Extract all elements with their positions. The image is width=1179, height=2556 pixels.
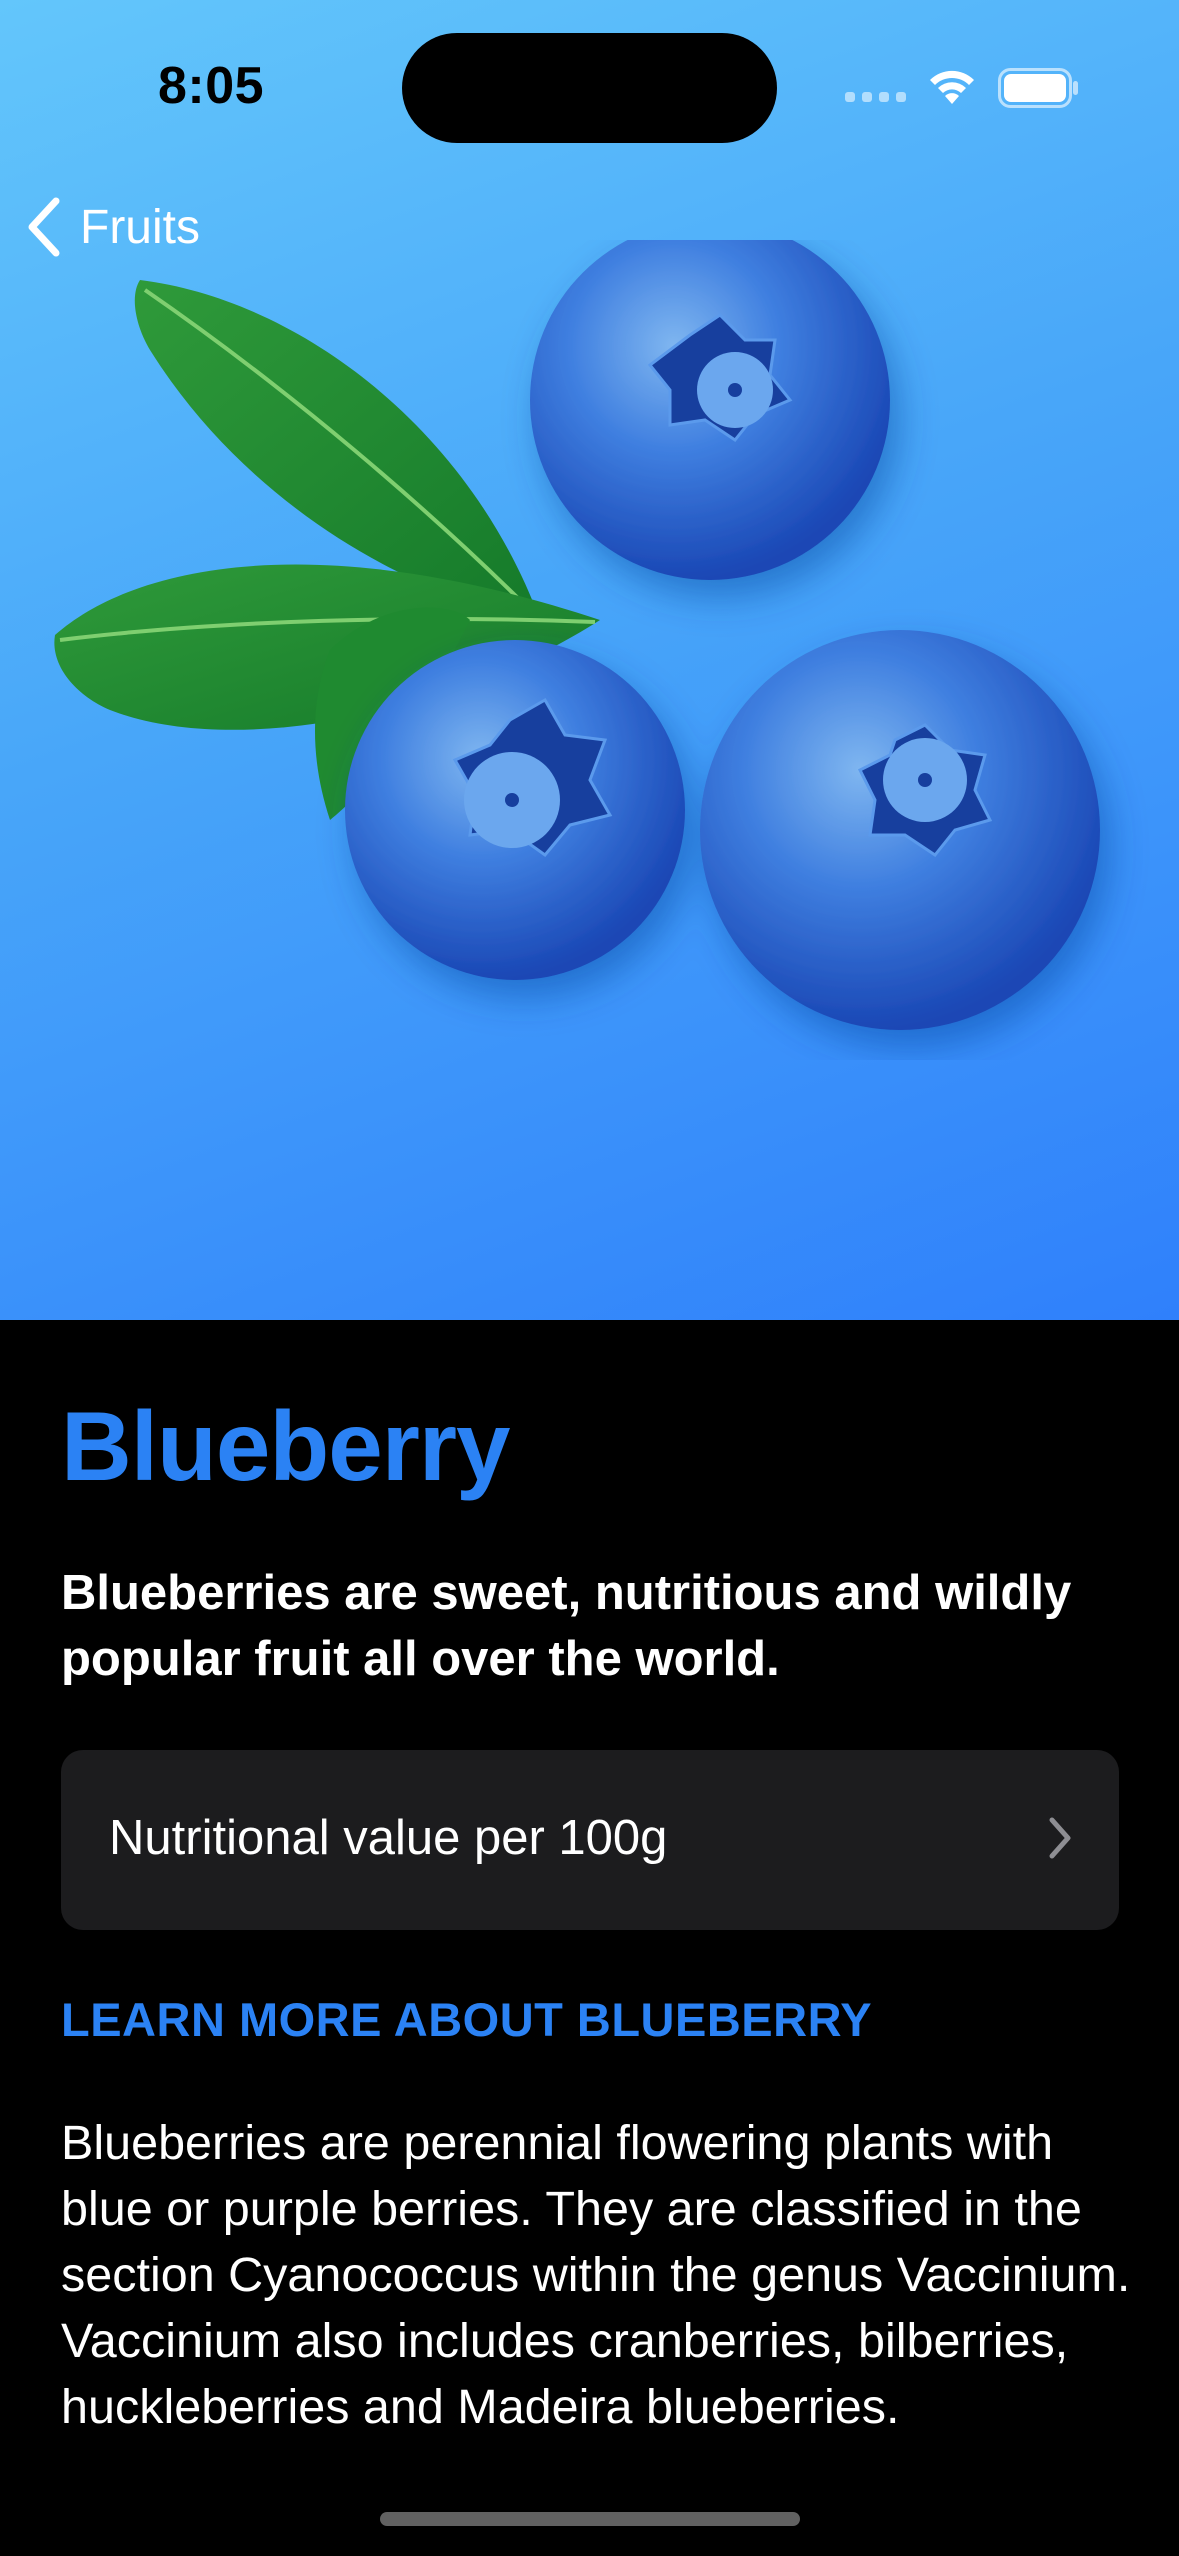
home-indicator[interactable]: [380, 2512, 800, 2526]
fruit-detail-content: Blueberry Blueberries are sweet, nutriti…: [0, 1320, 1179, 2556]
dynamic-island: [402, 33, 777, 143]
chevron-right-icon: [1049, 1817, 1071, 1859]
blueberry-image: [54, 240, 1100, 1030]
fruit-description: Blueberries are perennial flowering plan…: [61, 2116, 1131, 2434]
status-bar: 8:05: [0, 0, 1179, 170]
back-button[interactable]: Fruits: [24, 196, 200, 258]
fruit-headline: Blueberries are sweet, nutritious and wi…: [61, 1566, 1072, 1686]
back-button-label: Fruits: [80, 200, 200, 254]
fruit-title: Blueberry: [61, 1391, 511, 1501]
battery-icon: [998, 68, 1078, 108]
chevron-left-icon: [28, 197, 60, 257]
hero-header: 8:05 Fruits: [0, 0, 1179, 1320]
status-time: 8:05: [158, 57, 265, 115]
nutrition-label: Nutritional value per 100g: [109, 1811, 668, 1865]
learn-more-heading: LEARN MORE ABOUT BLUEBERRY: [61, 1993, 873, 2046]
cellular-signal-icon: [845, 92, 906, 102]
wifi-icon: [930, 70, 974, 104]
nutrition-disclosure-row[interactable]: Nutritional value per 100g: [61, 1750, 1119, 1930]
